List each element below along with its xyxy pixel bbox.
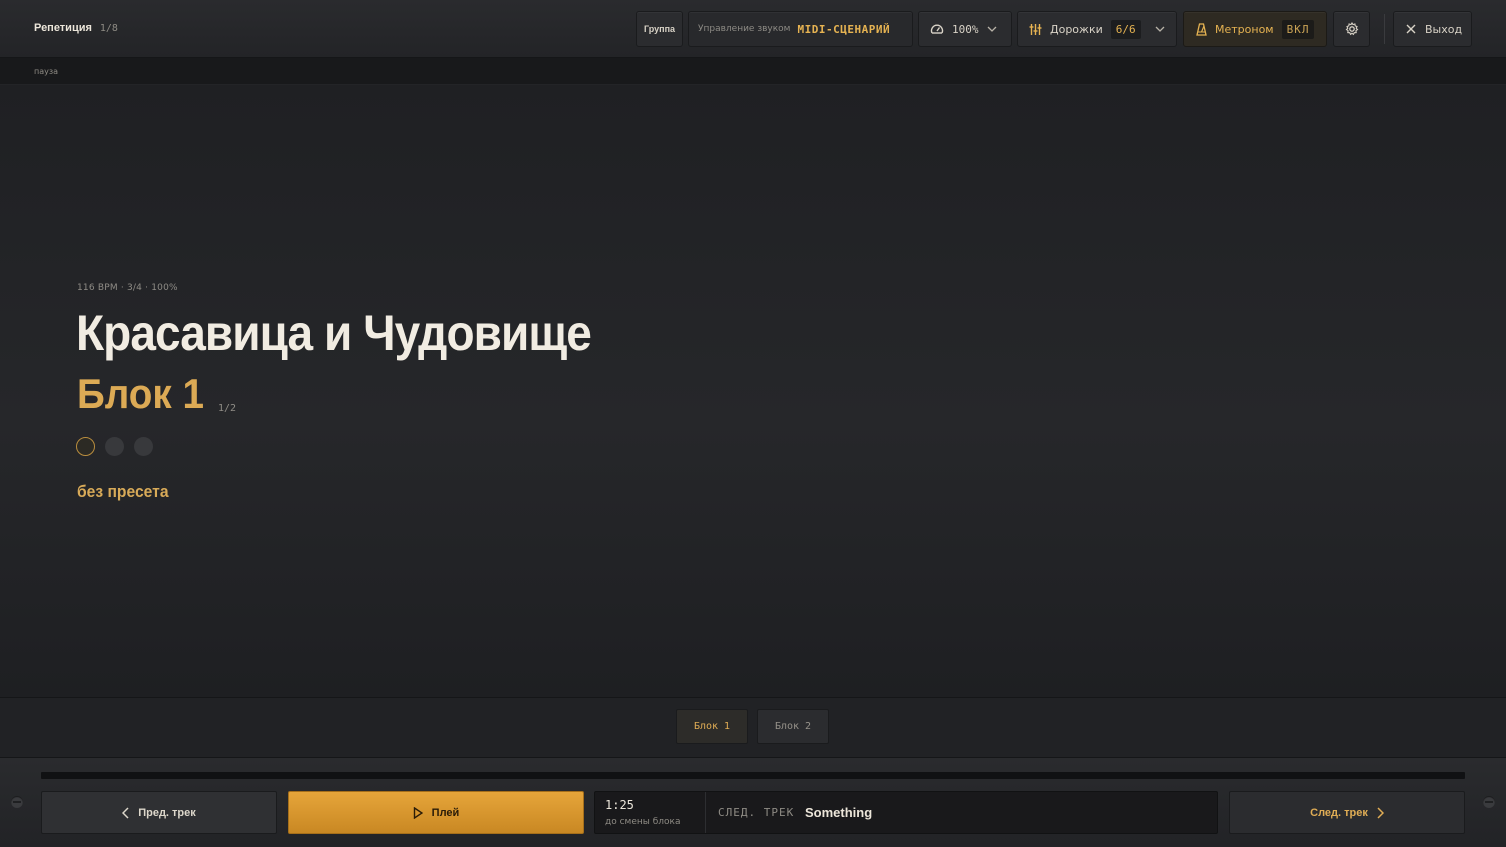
mixer-icon bbox=[1029, 23, 1042, 36]
sound-control-label: Управление звуком bbox=[698, 24, 791, 34]
tempo-value: 100% bbox=[952, 22, 979, 36]
next-track-caption: СЛЕД. ТРЕК bbox=[718, 806, 795, 819]
next-track-button[interactable]: След. трек bbox=[1229, 791, 1465, 834]
beat-dot bbox=[76, 437, 95, 456]
play-button[interactable]: Плей bbox=[288, 791, 584, 834]
toolbar-divider bbox=[1384, 14, 1385, 44]
sound-control-selector[interactable]: Управление звуком MIDI-СЦЕНАРИЙ bbox=[688, 11, 913, 47]
metronome-state: ВКЛ bbox=[1281, 19, 1315, 39]
metronome-icon bbox=[1196, 22, 1207, 36]
top-bar: Репетиция 1/8 Группа Управление звуком M… bbox=[0, 0, 1506, 58]
settings-button[interactable] bbox=[1333, 11, 1370, 47]
playback-status: пауза bbox=[34, 67, 59, 76]
next-track-label: След. трек bbox=[1310, 806, 1368, 819]
prev-track-label: Пред. трек bbox=[138, 806, 196, 819]
next-track-name: Something bbox=[805, 805, 873, 820]
block-tab-2[interactable]: Блок 2 bbox=[757, 709, 829, 744]
transport-bar: Пред. трек Плей 1:25 до смены блока СЛЕД… bbox=[0, 757, 1506, 847]
status-strip: пауза bbox=[0, 58, 1506, 85]
play-icon bbox=[413, 806, 423, 819]
blocks-bar: Блок 1 Блок 2 bbox=[0, 697, 1506, 757]
chevron-right-icon bbox=[1377, 806, 1384, 819]
tracks-label: Дорожки bbox=[1050, 22, 1103, 36]
speedometer-icon bbox=[930, 23, 944, 35]
info-divider bbox=[705, 792, 706, 833]
song-display: 116 BPM · 3/4 · 100% Красавица и Чудовищ… bbox=[0, 85, 1506, 697]
current-block-title: Блок 1 bbox=[77, 370, 204, 417]
gear-icon bbox=[1345, 22, 1359, 36]
block-timer: 1:25 bbox=[605, 798, 634, 812]
exit-button[interactable]: Выход bbox=[1393, 11, 1472, 47]
progress-bar[interactable] bbox=[41, 772, 1465, 779]
tempo-dropdown[interactable]: 100% bbox=[918, 11, 1012, 47]
block-tab-1[interactable]: Блок 1 bbox=[676, 709, 748, 744]
session-name: Репетиция bbox=[34, 22, 92, 34]
transport-info: 1:25 до смены блока СЛЕД. ТРЕК Something bbox=[594, 791, 1218, 834]
close-icon bbox=[1406, 24, 1416, 34]
beat-indicator bbox=[76, 437, 153, 456]
chevron-left-icon bbox=[122, 806, 129, 819]
block-position: 1/2 bbox=[218, 403, 237, 414]
song-counter: 1/8 bbox=[99, 23, 118, 34]
metronome-label: Метроном bbox=[1215, 22, 1274, 36]
block-timer-caption: до смены блока bbox=[605, 817, 681, 827]
sound-control-value: MIDI-СЦЕНАРИЙ bbox=[797, 22, 891, 36]
exit-label: Выход bbox=[1425, 22, 1463, 36]
prev-track-button[interactable]: Пред. трек bbox=[41, 791, 277, 834]
song-title: Красавица и Чудовище bbox=[76, 305, 592, 361]
group-button[interactable]: Группа bbox=[636, 11, 683, 47]
tracks-dropdown[interactable]: Дорожки 6/6 bbox=[1017, 11, 1177, 47]
session-title: Репетиция 1/8 bbox=[34, 22, 118, 34]
beat-dot bbox=[134, 437, 153, 456]
beat-dot bbox=[105, 437, 124, 456]
screw-icon bbox=[11, 796, 23, 808]
tracks-count: 6/6 bbox=[1110, 19, 1141, 39]
group-label: Группа bbox=[643, 24, 676, 34]
preset-label: без пресета bbox=[77, 482, 169, 501]
chevron-down-icon bbox=[1155, 26, 1165, 32]
chevron-down-icon bbox=[987, 26, 997, 32]
play-label: Плей bbox=[431, 806, 460, 819]
metronome-toggle[interactable]: Метроном ВКЛ bbox=[1183, 11, 1327, 47]
screw-icon bbox=[1483, 796, 1495, 808]
song-meta: 116 BPM · 3/4 · 100% bbox=[77, 283, 178, 293]
